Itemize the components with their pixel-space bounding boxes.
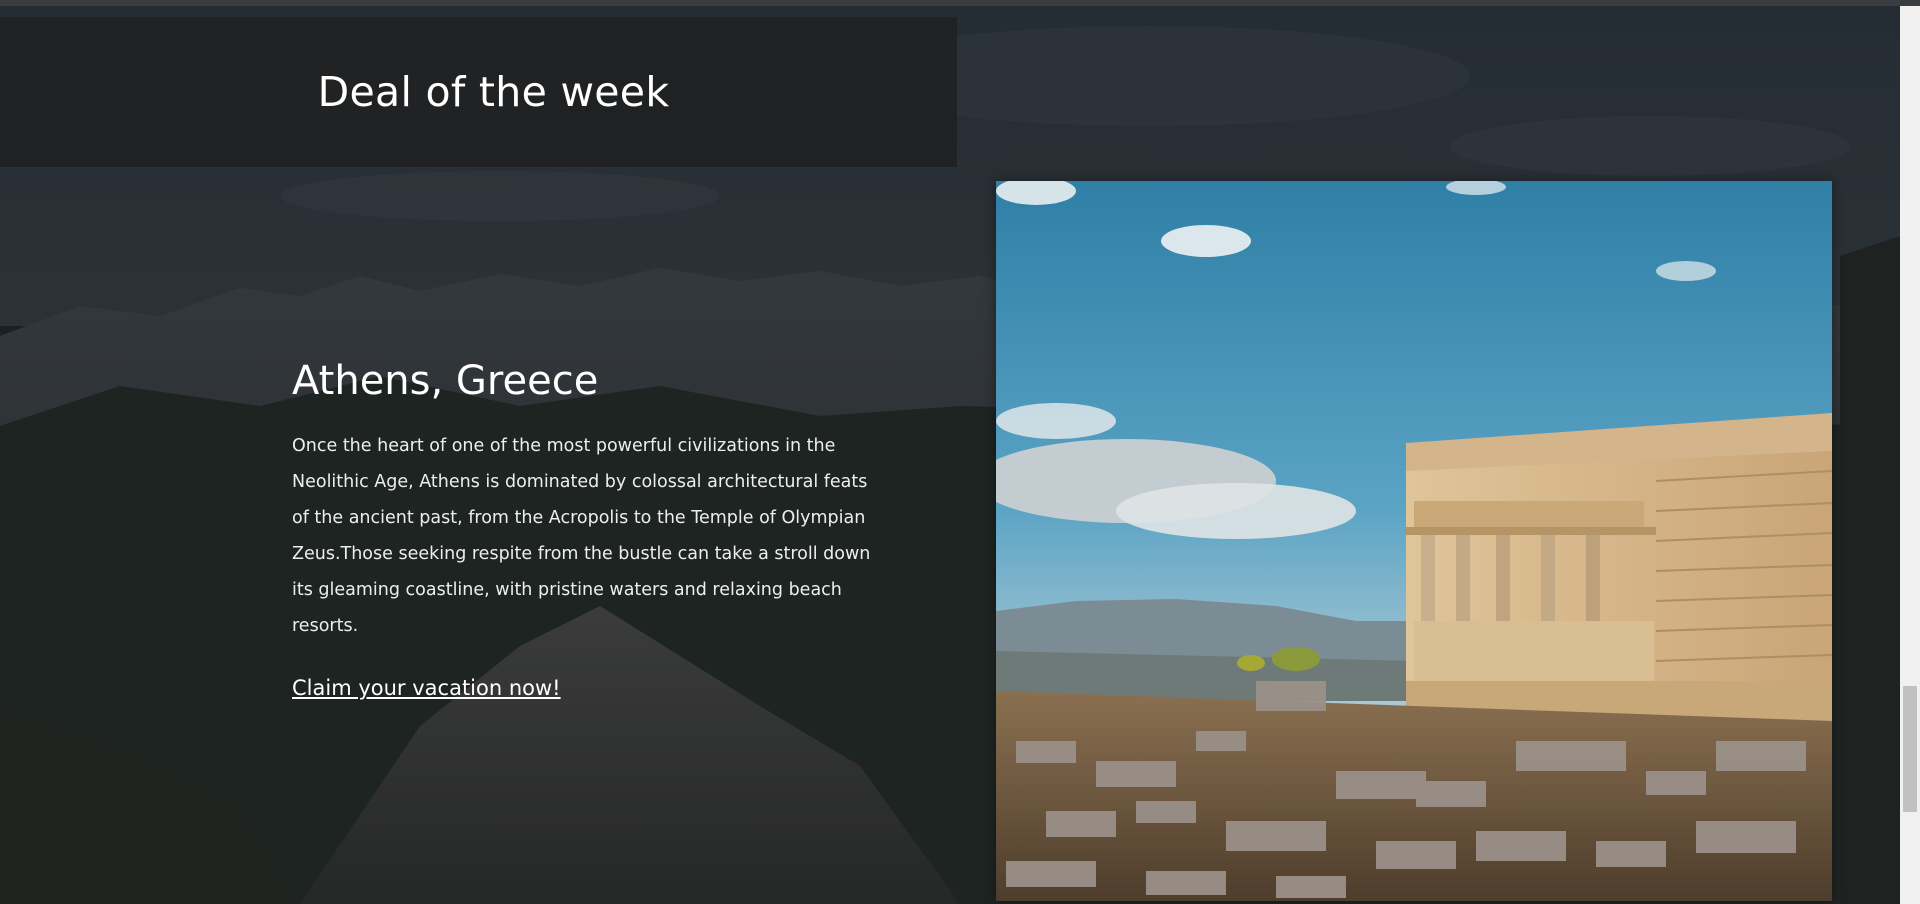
destination-description: Once the heart of one of the most powerf…: [292, 436, 871, 636]
vertical-scrollbar[interactable]: [1900, 6, 1920, 904]
acropolis-photo-illustration: [996, 181, 1832, 901]
destination-photo: [996, 181, 1832, 901]
deal-content: Athens, Greece Once the heart of one of …: [292, 358, 872, 700]
deal-header-bar: Deal of the week: [0, 17, 957, 167]
deal-title: Deal of the week: [317, 68, 670, 116]
claim-vacation-link[interactable]: Claim your vacation now!: [292, 676, 561, 700]
destination-title: Athens, Greece: [292, 358, 599, 404]
scrollbar-thumb[interactable]: [1903, 686, 1917, 812]
